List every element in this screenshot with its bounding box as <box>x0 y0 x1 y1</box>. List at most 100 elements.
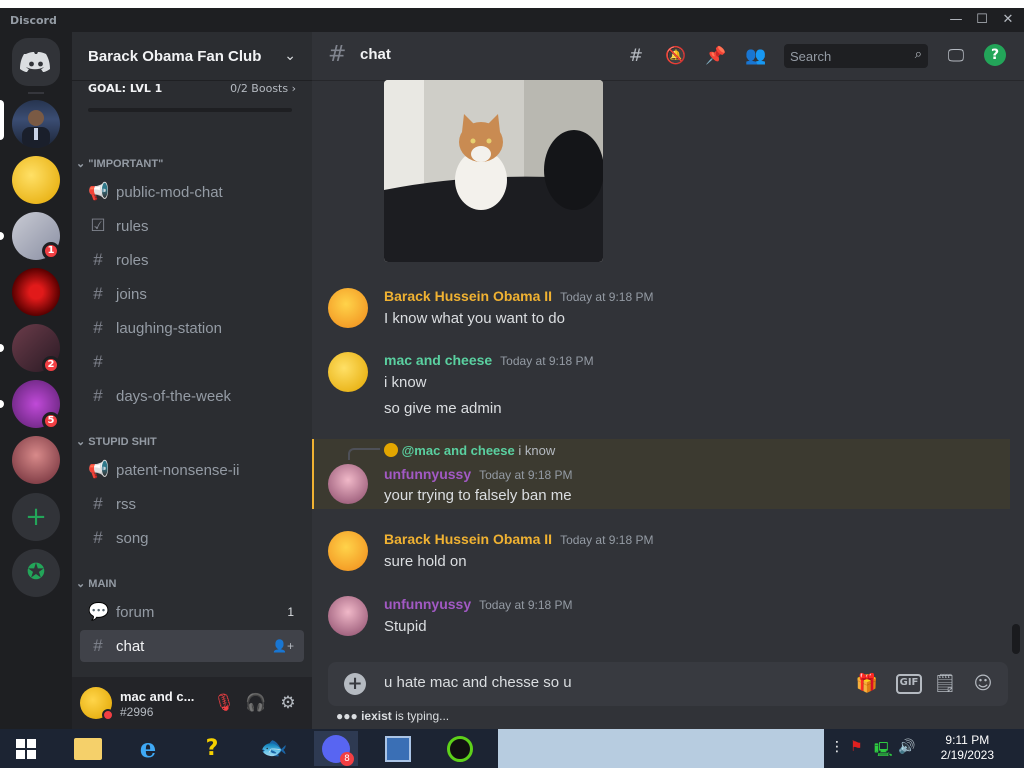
help-file-icon[interactable]: ? <box>190 731 234 766</box>
search-input[interactable] <box>784 44 894 68</box>
message-author[interactable]: Barack Hussein Obama II Today at 9:18 PM <box>384 288 653 304</box>
virtualbox-icon[interactable] <box>376 731 420 766</box>
megaphone-icon: 📢 <box>88 460 110 479</box>
flag-icon[interactable]: ⚑ <box>850 739 863 755</box>
gif-button[interactable]: GIF <box>896 674 922 694</box>
channel-patent-nonsense-ii[interactable]: 📢 patent-nonsense-ii <box>80 454 304 486</box>
reply-preview[interactable]: @mac and cheese i know <box>384 443 555 458</box>
hash-icon: # <box>93 352 103 371</box>
channel-public-mod-chat[interactable]: 📢 public-mod-chat <box>80 176 304 208</box>
message-author[interactable]: Barack Hussein Obama II Today at 9:18 PM <box>384 531 653 547</box>
search-box[interactable]: ⌕ <box>784 44 928 68</box>
minimize-icon[interactable]: — <box>946 12 966 28</box>
scrollbar[interactable] <box>1012 624 1020 654</box>
avatar[interactable] <box>328 531 368 571</box>
message-author[interactable]: unfunnyussy Today at 9:18 PM <box>384 596 573 612</box>
close-icon[interactable]: ✕ <box>998 12 1018 28</box>
file-explorer-icon[interactable] <box>66 731 110 766</box>
hash-icon: # <box>93 250 103 269</box>
message-text: your trying to falsely ban me <box>384 487 572 504</box>
notification-mute-icon[interactable]: 🔕 <box>664 44 688 68</box>
message-timestamp: Today at 9:18 PM <box>479 598 573 612</box>
username: mac and c... <box>120 689 195 704</box>
checkbox-icon: ☑ <box>90 216 106 235</box>
cat-photo <box>384 80 603 262</box>
gift-icon[interactable]: 🎁 <box>854 672 880 696</box>
chat-area: # chat # 🔕 📌 👥 ⌕ 🖵 ? B <box>312 32 1024 729</box>
reply-avatar <box>384 443 398 457</box>
channel-days-of-the-week[interactable]: # days-of-the-week <box>80 380 304 412</box>
guild-name: Barack Obama Fan Club <box>88 47 262 65</box>
mention-badge: 1 <box>42 242 60 260</box>
member-list-icon[interactable]: 👥 <box>744 44 768 68</box>
message-timestamp: Today at 9:18 PM <box>500 354 594 368</box>
message-timestamp: Today at 9:18 PM <box>479 468 573 482</box>
channel-sidebar: Barack Obama Fan Club ⌄ GOAL: LVL 1 0/2 … <box>72 32 312 729</box>
system-clock[interactable]: 9:11 PM 2/19/2023 <box>941 733 994 763</box>
image-attachment[interactable] <box>384 80 603 262</box>
fish-app-icon[interactable]: 🐟 <box>252 731 296 766</box>
emoji-icon[interactable]: ☺ <box>970 672 996 696</box>
taskbar: e ? 🐟 8 ⋮ ⚑ 🖳 🔊 9:11 PM 2/19/2023 <box>0 729 1024 768</box>
windows-logo-icon <box>16 738 36 759</box>
mention-badge: 2 <box>42 356 60 374</box>
upload-plus-icon[interactable]: + <box>344 673 366 695</box>
message-text: sure hold on <box>384 553 467 570</box>
message-input[interactable]: u hate mac and chesse so u <box>384 674 572 691</box>
threads-icon[interactable]: # <box>624 44 648 68</box>
channel-unnamed[interactable]: # <box>80 346 304 378</box>
channel-song[interactable]: # song <box>80 522 304 554</box>
channel-joins[interactable]: # joins <box>80 278 304 310</box>
internet-explorer-icon[interactable]: e <box>126 731 170 766</box>
avatar[interactable] <box>328 352 368 392</box>
channel-forum[interactable]: 💬 forum 1 <box>80 596 304 628</box>
server-obama[interactable] <box>12 100 60 148</box>
hash-icon: # <box>93 528 103 547</box>
obama-avatar-icon <box>22 110 50 148</box>
category-important[interactable]: ⌄ "IMPORTANT" <box>76 157 163 170</box>
category-main[interactable]: ⌄ MAIN <box>76 577 116 590</box>
clover-app-icon[interactable] <box>438 731 482 766</box>
mention-badge: 5 <box>42 412 60 430</box>
maximize-icon[interactable]: ☐ <box>972 12 992 28</box>
unread-pill <box>0 232 4 240</box>
gear-icon[interactable]: ⚙ <box>276 691 300 715</box>
channel-laughing-station[interactable]: # laughing-station <box>80 312 304 344</box>
message-author[interactable]: mac and cheese Today at 9:18 PM <box>384 352 594 368</box>
channel-chat[interactable]: # chat 👤+ <box>80 630 304 662</box>
server-7[interactable] <box>12 436 60 484</box>
channel-roles[interactable]: # roles <box>80 244 304 276</box>
hash-icon: # <box>93 386 103 405</box>
server-red[interactable] <box>12 268 60 316</box>
inbox-icon[interactable]: 🖵 <box>944 44 968 68</box>
network-icon[interactable]: 🖳 <box>874 739 893 763</box>
megaphone-icon: 📢 <box>88 182 110 201</box>
help-icon[interactable]: ? <box>984 44 1006 66</box>
channel-rss[interactable]: # rss <box>80 488 304 520</box>
message-composer[interactable]: + u hate mac and chesse so u 🎁 GIF 🗒 ☺ <box>328 662 1008 706</box>
avatar[interactable] <box>328 288 368 328</box>
sticker-icon[interactable]: 🗒 <box>932 672 958 696</box>
add-server-icon[interactable]: + <box>12 493 60 541</box>
boost-goal[interactable]: GOAL: LVL 1 0/2 Boosts › <box>88 80 296 116</box>
explore-compass-icon[interactable]: ✪ <box>12 549 60 597</box>
pin-icon[interactable]: 📌 <box>704 44 728 68</box>
reply-connector <box>348 448 380 460</box>
hash-icon: # <box>93 284 103 303</box>
overflow-icon[interactable]: ⋮ <box>830 739 844 755</box>
channel-rules[interactable]: ☑ rules <box>80 210 304 242</box>
volume-icon[interactable]: 🔊 <box>898 739 915 755</box>
guild-header[interactable]: Barack Obama Fan Club ⌄ <box>72 32 312 80</box>
home-button[interactable] <box>12 38 60 86</box>
avatar[interactable] <box>328 464 368 504</box>
mute-mic-icon[interactable]: 🎙 <box>212 691 236 715</box>
server-mac-and-cheese[interactable] <box>12 156 60 204</box>
invite-member-icon[interactable]: 👤+ <box>272 639 294 653</box>
headphones-icon[interactable]: 🎧 <box>244 691 268 715</box>
category-stupid-shit[interactable]: ⌄ STUPID SHIT <box>76 435 157 448</box>
message-author[interactable]: unfunnyussy Today at 9:18 PM <box>384 466 573 482</box>
discord-taskbar-icon[interactable]: 8 <box>314 731 358 766</box>
start-button[interactable] <box>4 731 48 766</box>
message-text: I know what you want to do <box>384 310 565 327</box>
avatar[interactable] <box>328 596 368 636</box>
